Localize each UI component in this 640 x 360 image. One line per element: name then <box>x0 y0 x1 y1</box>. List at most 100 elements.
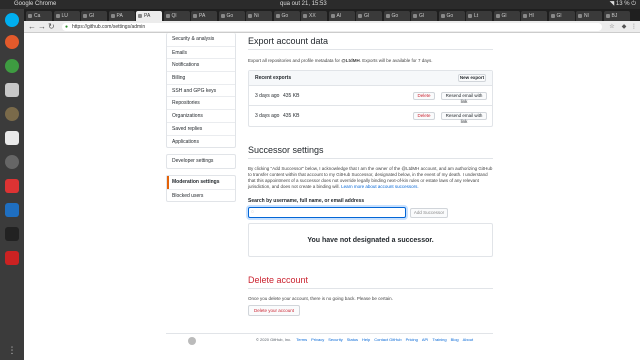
footer-link[interactable]: Training <box>432 337 446 342</box>
browser-tab[interactable]: PA <box>108 11 135 21</box>
browser-tab[interactable]: PA <box>136 11 162 21</box>
extension-icon[interactable]: ◆ <box>620 23 628 31</box>
app-icon-red[interactable] <box>5 179 19 193</box>
browser-tab[interactable]: Ni <box>246 11 272 21</box>
footer-link[interactable]: Contact GitHub <box>374 337 401 342</box>
tab-label: Gl <box>364 13 369 19</box>
show-apps-icon[interactable]: ⋮ <box>5 343 19 357</box>
browser-tab[interactable]: Gl <box>411 11 437 21</box>
address-bar[interactable]: ● https://github.com/settings/admin <box>62 23 602 31</box>
successor-search-input[interactable] <box>248 207 406 218</box>
files-icon[interactable] <box>5 83 19 97</box>
browser-tab[interactable]: Lt <box>466 11 492 21</box>
learn-more-link[interactable]: Learn more about account successors. <box>341 184 419 189</box>
browser-tab[interactable]: Hl <box>521 11 547 21</box>
new-export-button[interactable]: New export <box>458 74 486 82</box>
footer-link[interactable]: Help <box>362 337 370 342</box>
browser-tab[interactable]: XX <box>301 11 327 21</box>
sidebar-item-saved-replies[interactable]: Saved replies <box>167 121 235 135</box>
sidebar-item-blocked-users[interactable]: Blocked users <box>167 188 235 202</box>
sidebar-item-organizations[interactable]: Organizations <box>167 109 235 122</box>
tab-label: Al <box>336 13 341 19</box>
browser-tab[interactable]: Ql <box>163 11 190 21</box>
browser-tab[interactable]: Ca <box>26 11 52 21</box>
browser-tab[interactable]: PA <box>191 11 217 21</box>
export-row: 3 days ago 435 KB Delete Resend email wi… <box>249 86 492 106</box>
gimp-icon[interactable] <box>5 107 19 121</box>
chrome-icon[interactable] <box>5 59 19 73</box>
system-tray[interactable]: ◥ 13 % ⏻ <box>610 0 636 9</box>
tab-label: XX <box>309 13 316 19</box>
sidebar-item-moderation-settings[interactable]: Moderation settings <box>167 175 235 189</box>
reload-icon[interactable]: ↻ <box>48 22 55 32</box>
browser-tab[interactable]: Gl <box>548 11 575 21</box>
footer-links: © 2020 GitHub, Inc. Terms Privacy Security… <box>256 337 477 342</box>
browser-tab[interactable]: Go <box>383 11 410 21</box>
back-icon[interactable]: ← <box>28 22 36 32</box>
tab-favicon-icon <box>495 14 500 18</box>
footer-link[interactable]: Pricing <box>406 337 418 342</box>
sidebar-group-developer: Developer settings <box>166 154 236 169</box>
browser-tab[interactable]: Go <box>273 11 300 21</box>
browser-tab[interactable]: LU <box>53 11 80 21</box>
delete-account-button[interactable]: Delete your account <box>248 305 300 316</box>
footer-link[interactable]: Status <box>347 337 358 342</box>
terminal-icon[interactable] <box>5 227 19 241</box>
tab-favicon-icon <box>138 14 142 18</box>
active-app-name: Google Chrome <box>14 1 57 7</box>
tab-label: Ni <box>254 13 259 19</box>
successor-search-row: ◌ Add Successor <box>248 207 493 219</box>
no-successor-notice: You have not designated a successor. <box>248 223 493 257</box>
browser-tab[interactable]: Go <box>438 11 465 21</box>
successor-title: Successor settings <box>248 145 493 159</box>
skype-icon[interactable] <box>5 13 19 27</box>
page-footer: © 2020 GitHub, Inc. Terms Privacy Security… <box>166 333 493 345</box>
resend-email-button[interactable]: Resend email with link <box>441 92 487 104</box>
menu-icon[interactable]: ⋮ <box>630 23 638 31</box>
browser-tab-strip: Ca LU Gl PA PA Ql PA Go Ni Go XX Al Gl Go Gl Go Lt Gl Hl Gl… <box>24 9 640 21</box>
tab-favicon-icon <box>83 14 87 18</box>
browser-tab[interactable]: Gl <box>356 11 382 21</box>
footer-link[interactable]: About <box>463 337 473 342</box>
add-successor-button[interactable]: Add Successor <box>410 208 448 218</box>
footer-link[interactable]: Security <box>328 337 342 342</box>
sidebar-item-emails[interactable]: Emails <box>167 45 235 59</box>
browser-icon[interactable] <box>5 35 19 49</box>
tab-favicon-icon <box>303 14 307 18</box>
browser-tab[interactable]: Gl <box>81 11 107 21</box>
export-size: 435 KB <box>283 113 300 119</box>
sidebar-item-notifications[interactable]: Notifications <box>167 58 235 71</box>
sidebar-item-ssh-gpg[interactable]: SSH and GPG keys <box>167 83 235 97</box>
delete-export-button[interactable]: Delete <box>413 112 435 120</box>
bookmark-star-icon[interactable]: ☆ <box>608 23 616 31</box>
footer-link[interactable]: Privacy <box>311 337 324 342</box>
app-launcher: ⋮ <box>0 9 24 360</box>
resend-email-button[interactable]: Resend email with link <box>441 112 487 124</box>
browser-tab[interactable]: BJ <box>603 11 630 21</box>
footer-link[interactable]: API <box>422 337 428 342</box>
tab-label: Go <box>281 13 289 19</box>
document-icon[interactable] <box>5 131 19 145</box>
browser-tab[interactable]: Al <box>328 11 355 21</box>
browser-tab[interactable]: Nl <box>576 11 602 21</box>
sidebar-item-repositories[interactable]: Repositories <box>167 96 235 109</box>
sidebar-item-applications[interactable]: Applications <box>167 134 235 148</box>
settings-main: Export account data Export all repositor… <box>248 33 493 317</box>
forward-icon[interactable]: → <box>38 22 46 32</box>
delete-account-row: Delete your account <box>248 305 493 317</box>
sidebar-item-billing[interactable]: Billing <box>167 71 235 84</box>
browser-tab[interactable]: Go <box>218 11 245 21</box>
footer-link[interactable]: Blog <box>451 337 459 342</box>
vscode-icon[interactable] <box>5 203 19 217</box>
delete-export-button[interactable]: Delete <box>413 92 435 100</box>
sidebar-item-security-analysis[interactable]: Security & analysis <box>167 33 235 46</box>
footer-link[interactable]: Terms <box>296 337 307 342</box>
tab-label: LU <box>61 13 68 19</box>
tab-favicon-icon <box>605 14 610 18</box>
app-icon-red-2[interactable] <box>5 251 19 265</box>
clock[interactable]: qua out 21, 15:53 <box>280 0 327 9</box>
sidebar-item-developer-settings[interactable]: Developer settings <box>167 155 235 168</box>
camera-icon[interactable] <box>5 155 19 169</box>
github-logo-icon[interactable] <box>188 337 196 345</box>
browser-tab[interactable]: Gl <box>493 11 520 21</box>
